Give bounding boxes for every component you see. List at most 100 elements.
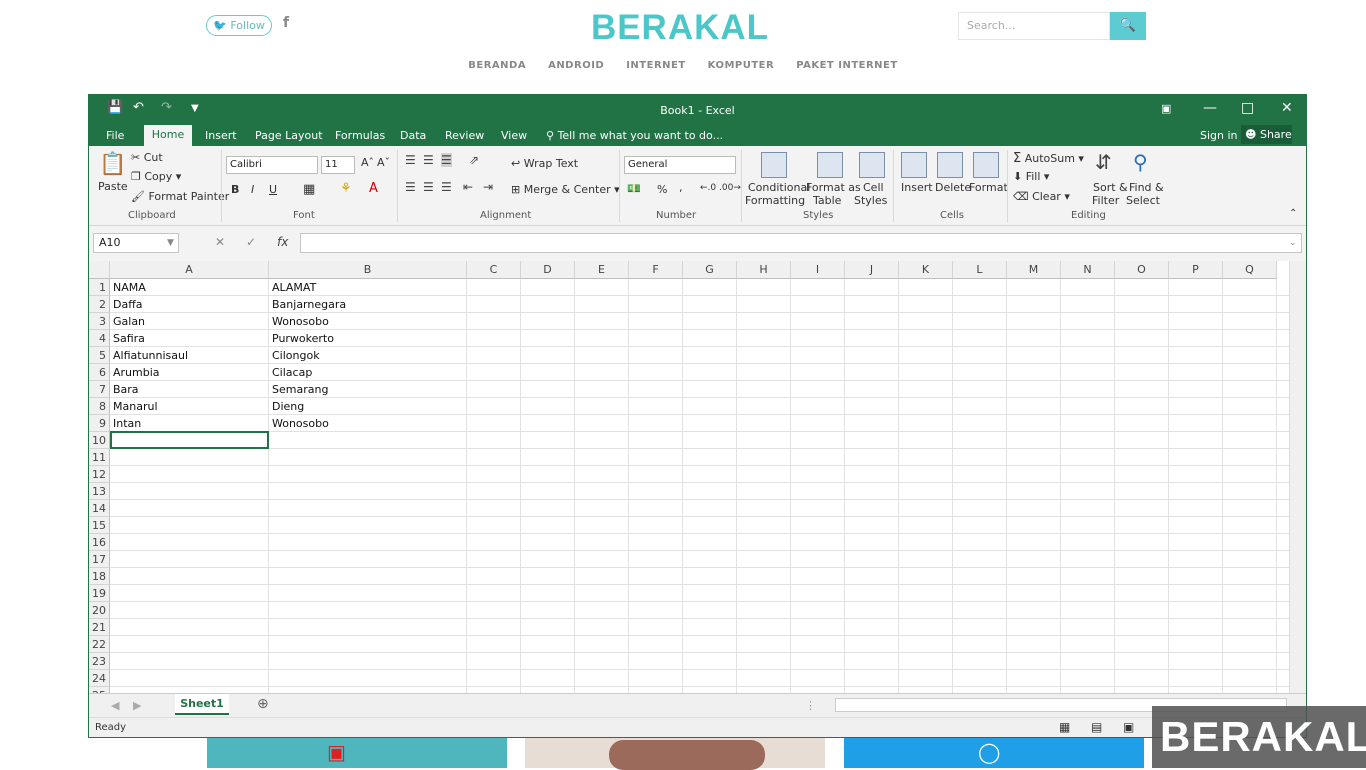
column-header-d[interactable]: D xyxy=(521,261,575,279)
search-button[interactable]: 🔍 xyxy=(1110,12,1146,40)
column-header-m[interactable]: M xyxy=(1007,261,1061,279)
row-header[interactable]: 23 xyxy=(89,653,110,670)
insert-cells-button[interactable]: Insert xyxy=(901,181,933,194)
minimize-icon[interactable]: — xyxy=(1203,100,1217,116)
wrap-text-button[interactable]: ↩ Wrap Text xyxy=(511,157,578,170)
share-button[interactable]: ☻ Share xyxy=(1241,125,1292,144)
decrease-decimal-icon[interactable]: .00→ xyxy=(719,183,741,193)
row-header[interactable]: 20 xyxy=(89,602,110,619)
row-header[interactable]: 14 xyxy=(89,500,110,517)
align-top-icon[interactable]: ☰ xyxy=(405,153,416,167)
nav-internet[interactable]: INTERNET xyxy=(626,60,685,71)
row-header[interactable]: 9 xyxy=(89,415,110,432)
clear-button[interactable]: ⌫ Clear ▾ xyxy=(1013,190,1070,203)
comma-button[interactable]: , xyxy=(679,181,683,194)
bold-button[interactable]: B xyxy=(231,183,239,196)
sort-filter-button-line1[interactable]: Sort & xyxy=(1093,181,1128,194)
find-select-button-line2[interactable]: Select xyxy=(1126,194,1160,207)
orientation-icon[interactable]: ⇗ xyxy=(469,153,479,167)
sort-filter-button-line2[interactable]: Filter xyxy=(1092,194,1119,207)
maximize-icon[interactable]: □ xyxy=(1241,100,1254,116)
cell[interactable]: NAMA xyxy=(110,279,269,296)
cell[interactable]: Wonosobo xyxy=(269,313,467,330)
cell-styles-icon[interactable] xyxy=(859,152,885,178)
font-name-select[interactable]: Calibri xyxy=(226,156,318,174)
row-header[interactable]: 18 xyxy=(89,568,110,585)
row-header[interactable]: 19 xyxy=(89,585,110,602)
column-header-n[interactable]: N xyxy=(1061,261,1115,279)
cell[interactable]: Banjarnegara xyxy=(269,296,467,313)
row-header[interactable]: 24 xyxy=(89,670,110,687)
row-header[interactable]: 3 xyxy=(89,313,110,330)
insert-cells-icon[interactable] xyxy=(901,152,927,178)
thumbnail-free[interactable] xyxy=(525,738,825,770)
row-header[interactable]: 12 xyxy=(89,466,110,483)
column-header-p[interactable]: P xyxy=(1169,261,1223,279)
row-header[interactable]: 5 xyxy=(89,347,110,364)
row-header[interactable]: 22 xyxy=(89,636,110,653)
autosum-button[interactable]: Σ AutoSum ▾ xyxy=(1013,151,1084,166)
tab-page-layout[interactable]: Page Layout xyxy=(255,129,323,142)
tab-split-handle[interactable]: ⋮ xyxy=(805,699,816,712)
column-header-g[interactable]: G xyxy=(683,261,737,279)
cell[interactable]: Dieng xyxy=(269,398,467,415)
tab-formulas[interactable]: Formulas xyxy=(335,129,385,142)
delete-cells-icon[interactable] xyxy=(937,152,963,178)
cell[interactable]: Arumbia xyxy=(110,364,269,381)
page-layout-view-icon[interactable]: ▤ xyxy=(1091,720,1102,734)
decrease-indent-icon[interactable]: ⇤ xyxy=(463,180,473,194)
confirm-entry-icon[interactable]: ✓ xyxy=(246,235,256,249)
cell[interactable]: Alfiatunnisaul xyxy=(110,347,269,364)
column-header-i[interactable]: I xyxy=(791,261,845,279)
tab-file[interactable]: File xyxy=(106,129,124,142)
cut-button[interactable]: ✂ Cut xyxy=(131,151,163,164)
cell[interactable]: Safira xyxy=(110,330,269,347)
normal-view-icon[interactable]: ▦ xyxy=(1059,720,1070,734)
cell-styles-button-line2[interactable]: Styles xyxy=(854,194,887,207)
fill-color-icon[interactable]: ⚘ xyxy=(340,181,352,196)
page-break-view-icon[interactable]: ▣ xyxy=(1123,720,1134,734)
name-box-dropdown-icon[interactable]: ▼ xyxy=(167,238,174,248)
ribbon-display-icon[interactable]: ▣ xyxy=(1161,102,1171,115)
currency-icon[interactable]: 💵 xyxy=(627,182,641,195)
tell-me-box[interactable]: ⚲ Tell me what you want to do... xyxy=(546,129,723,142)
row-header[interactable]: 15 xyxy=(89,517,110,534)
conditional-formatting-button-line2[interactable]: Formatting xyxy=(745,194,805,207)
increase-indent-icon[interactable]: ⇥ xyxy=(483,180,493,194)
row-header[interactable]: 11 xyxy=(89,449,110,466)
next-sheet-icon[interactable]: ▶ xyxy=(133,699,141,712)
nav-komputer[interactable]: KOMPUTER xyxy=(708,60,775,71)
cell[interactable]: Daffa xyxy=(110,296,269,313)
align-right-icon[interactable]: ☰ xyxy=(441,180,452,194)
column-header-j[interactable]: J xyxy=(845,261,899,279)
find-select-button-line1[interactable]: Find & xyxy=(1129,181,1164,194)
sort-filter-icon[interactable]: ⇵ xyxy=(1095,150,1112,174)
select-all-corner[interactable] xyxy=(89,261,110,279)
cell[interactable]: Purwokerto xyxy=(269,330,467,347)
percent-button[interactable]: % xyxy=(657,183,667,196)
sheet-tab-sheet1[interactable]: Sheet1 xyxy=(175,694,229,715)
align-middle-icon[interactable]: ☰ xyxy=(423,153,434,167)
spreadsheet-grid[interactable]: A B C D E F G H I J K L M N O P Q 1 NAMA ALAMAT 2 Daffa Banjar… xyxy=(89,261,1306,693)
copy-button[interactable]: ❐ Copy ▾ xyxy=(131,170,181,183)
column-header-b[interactable]: B xyxy=(269,261,467,279)
row-header[interactable]: 10 xyxy=(89,432,110,449)
paste-icon[interactable]: 📋 xyxy=(99,152,126,177)
tab-insert[interactable]: Insert xyxy=(205,129,237,142)
formula-input[interactable] xyxy=(300,233,1302,253)
cell[interactable]: Bara xyxy=(110,381,269,398)
underline-button[interactable]: U xyxy=(269,183,277,196)
cell[interactable]: ALAMAT xyxy=(269,279,467,296)
font-size-select[interactable]: 11 xyxy=(321,156,355,174)
row-header[interactable]: 17 xyxy=(89,551,110,568)
format-cells-button[interactable]: Format xyxy=(969,181,1008,194)
cancel-entry-icon[interactable]: ✕ xyxy=(215,235,225,249)
nav-paket-internet[interactable]: PAKET INTERNET xyxy=(796,60,898,71)
font-color-icon[interactable]: A xyxy=(369,181,378,196)
expand-formula-icon[interactable]: ⌄ xyxy=(1289,238,1297,248)
column-header-o[interactable]: O xyxy=(1115,261,1169,279)
italic-button[interactable]: I xyxy=(251,183,254,196)
row-header[interactable]: 13 xyxy=(89,483,110,500)
delete-cells-button[interactable]: Delete xyxy=(935,181,971,194)
column-header-q[interactable]: Q xyxy=(1223,261,1277,279)
